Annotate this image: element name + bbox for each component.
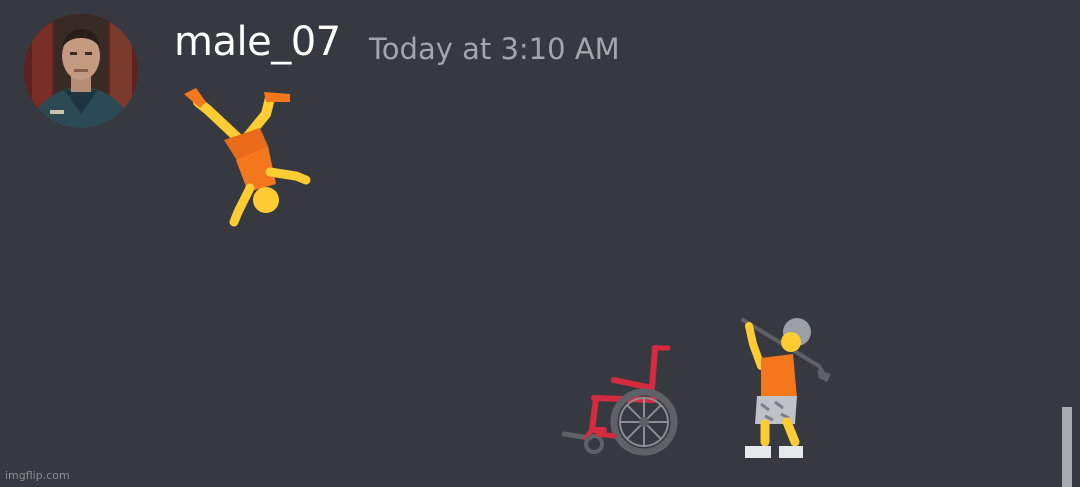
chat-scrollbar[interactable]: [1062, 407, 1072, 487]
person-cartwheeling-icon: [184, 88, 311, 227]
manual-wheelchair-icon: [561, 345, 678, 456]
message-author[interactable]: male_07: [174, 22, 341, 62]
imgflip-watermark: imgflip.com: [5, 469, 70, 482]
avatar-portrait-icon: [24, 14, 138, 128]
person-golfing-icon: [741, 318, 831, 458]
user-avatar[interactable]: [24, 14, 138, 128]
message-timestamp: Today at 3:10 AM: [369, 32, 620, 66]
chat-message: male_07 Today at 3:10 AM imgflip.com: [0, 0, 1080, 487]
